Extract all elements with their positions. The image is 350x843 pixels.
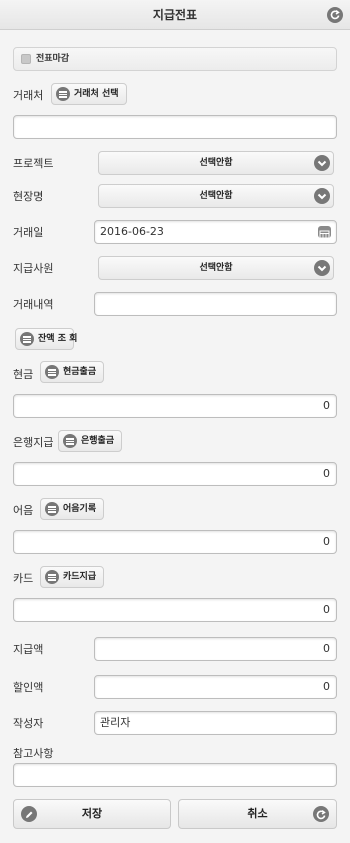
save-button[interactable]: 저장 xyxy=(13,799,171,829)
cancel-button[interactable]: 취소 xyxy=(178,799,337,829)
project-label: 프로젝트 xyxy=(13,157,54,170)
bank-label: 은행지급 xyxy=(13,436,54,449)
chevron-down-icon xyxy=(314,260,330,276)
checkbox-icon[interactable] xyxy=(21,54,31,64)
payment-amount-field[interactable]: 0 xyxy=(94,637,337,661)
notes-field[interactable] xyxy=(13,763,337,787)
employee-label: 지급사원 xyxy=(13,262,54,275)
trade-date-field[interactable]: 2016-06-23 xyxy=(94,220,337,244)
partner-select-button-label: 거래처 선택 xyxy=(74,89,119,99)
card-payment-button-label: 카드지급 xyxy=(63,572,97,582)
card-amount-field[interactable]: 0 xyxy=(13,598,337,622)
cash-withdraw-button-label: 현금출금 xyxy=(63,367,97,377)
list-icon xyxy=(45,570,59,584)
list-icon xyxy=(45,365,59,379)
discount-amount-field[interactable]: 0 xyxy=(94,675,337,699)
chevron-down-icon xyxy=(314,188,330,204)
employee-select-value: 선택안함 xyxy=(199,263,233,273)
bill-label: 어음 xyxy=(13,504,34,517)
bill-amount-field[interactable]: 0 xyxy=(13,530,337,554)
calendar-icon[interactable] xyxy=(318,226,331,239)
employee-select[interactable]: 선택안함 xyxy=(98,256,334,280)
partner-field[interactable] xyxy=(13,115,337,139)
list-icon xyxy=(63,434,77,448)
trade-date-label: 거래일 xyxy=(13,226,44,239)
discount-amount-label: 할인액 xyxy=(13,681,44,694)
bill-record-button[interactable]: 어음기록 xyxy=(40,498,104,520)
cash-withdraw-button[interactable]: 현금출금 xyxy=(40,361,104,383)
bank-withdraw-button-label: 은행출금 xyxy=(81,436,115,446)
chevron-down-icon xyxy=(314,155,330,171)
trade-date-value: 2016-06-23 xyxy=(100,225,164,238)
cash-label: 현금 xyxy=(13,368,34,381)
closing-checkbox[interactable]: 전표마감 xyxy=(13,47,337,71)
site-label: 현장명 xyxy=(13,190,44,203)
undo-icon xyxy=(313,806,329,822)
trade-detail-field[interactable] xyxy=(94,292,337,316)
bill-record-button-label: 어음기록 xyxy=(63,504,97,514)
notes-label: 참고사항 xyxy=(13,747,54,760)
list-icon xyxy=(45,502,59,516)
partner-label: 거래처 xyxy=(13,89,44,102)
trade-detail-label: 거래내역 xyxy=(13,298,54,311)
bank-amount-field[interactable]: 0 xyxy=(13,462,337,486)
cash-amount-field[interactable]: 0 xyxy=(13,394,337,418)
save-button-label: 저장 xyxy=(81,807,103,820)
writer-field[interactable]: 관리자 xyxy=(94,711,337,735)
writer-label: 작성자 xyxy=(13,717,44,730)
payment-amount-label: 지급액 xyxy=(13,643,44,656)
site-select[interactable]: 선택안함 xyxy=(98,184,334,208)
bank-withdraw-button[interactable]: 은행출금 xyxy=(58,430,122,452)
back-arrow-icon[interactable] xyxy=(327,7,343,23)
page-header: 지급전표 xyxy=(0,0,350,30)
list-icon xyxy=(56,87,70,101)
balance-lookup-button[interactable]: 잔액 조 회 xyxy=(15,328,78,350)
card-label: 카드 xyxy=(13,572,34,585)
project-select[interactable]: 선택안함 xyxy=(98,151,334,175)
balance-lookup-button-label: 잔액 조 회 xyxy=(38,334,78,344)
list-icon xyxy=(20,332,34,346)
partner-select-button[interactable]: 거래처 선택 xyxy=(51,83,127,105)
card-payment-button[interactable]: 카드지급 xyxy=(40,566,104,588)
cancel-button-label: 취소 xyxy=(247,807,268,820)
pencil-icon xyxy=(21,806,37,822)
site-select-value: 선택안함 xyxy=(199,191,233,201)
project-select-value: 선택안함 xyxy=(199,158,233,168)
closing-checkbox-label: 전표마감 xyxy=(36,54,70,64)
page-title: 지급전표 xyxy=(152,8,198,22)
